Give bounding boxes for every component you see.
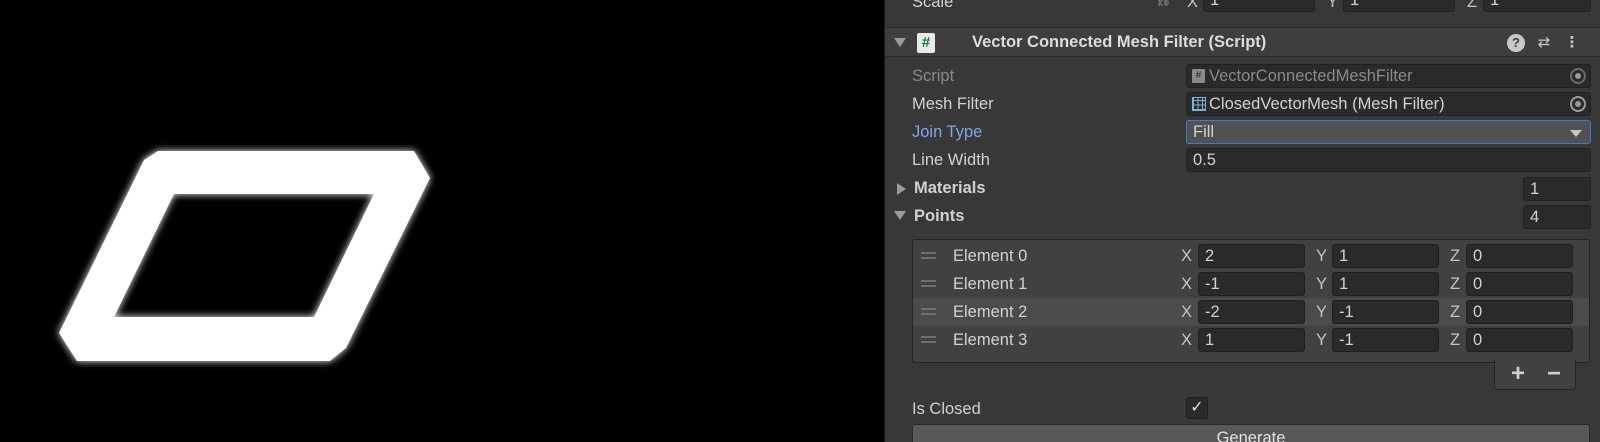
x-axis-label: X (1181, 247, 1193, 265)
constrain-proportions-icon[interactable]: ⛓ (1155, 0, 1173, 8)
element-label: Element 2 (953, 303, 1028, 321)
scene-viewport[interactable] (0, 0, 884, 442)
closed-vector-shape (59, 151, 430, 361)
point-y-field[interactable]: -1 (1332, 300, 1439, 324)
element-label: Element 0 (953, 247, 1028, 265)
scale-x-field[interactable]: 1 (1203, 0, 1315, 12)
list-item[interactable]: Element 3 X 1 Y -1 Z 0 (913, 326, 1589, 354)
point-x-field[interactable]: -1 (1198, 272, 1305, 296)
join-type-label: Join Type (912, 123, 983, 141)
scale-x-axis: X (1187, 0, 1199, 11)
z-axis-label: Z (1450, 247, 1461, 265)
component-header[interactable]: # Vector Connected Mesh Filter (Script) … (885, 27, 1600, 57)
point-x-field[interactable]: 2 (1198, 244, 1305, 268)
drag-handle-icon[interactable] (921, 308, 936, 315)
add-element-button[interactable]: + (1511, 361, 1525, 387)
points-foldout-icon[interactable] (894, 211, 906, 220)
points-list: Element 0 X 2 Y 1 Z 0 Element 1 X -1 Y 1… (912, 239, 1590, 363)
list-item[interactable]: Element 2 X -2 Y -1 Z 0 (913, 298, 1589, 326)
drag-handle-icon[interactable] (921, 252, 936, 259)
materials-foldout-icon[interactable] (897, 183, 906, 195)
point-z-field[interactable]: 0 (1466, 272, 1573, 296)
mesh-filter-icon (1192, 97, 1206, 111)
scale-label: Scale (912, 0, 954, 11)
join-type-value: Fill (1193, 123, 1215, 141)
foldout-arrow-icon[interactable] (894, 38, 906, 47)
join-type-dropdown[interactable]: Fill (1186, 120, 1591, 144)
points-count-field[interactable]: 4 (1523, 205, 1591, 229)
element-label: Element 1 (953, 275, 1028, 293)
x-axis-label: X (1181, 275, 1193, 293)
scale-y-axis: Y (1327, 0, 1339, 11)
materials-count-field[interactable]: 1 (1523, 177, 1591, 201)
is-closed-label: Is Closed (912, 400, 981, 418)
script-file-icon: # (1192, 69, 1205, 83)
vector-mesh-render (59, 151, 430, 361)
line-width-field[interactable]: 0.5 (1186, 148, 1591, 172)
more-options-icon[interactable]: ⋮ (1563, 34, 1581, 52)
drag-handle-icon[interactable] (921, 280, 936, 287)
point-z-field[interactable]: 0 (1466, 328, 1573, 352)
script-field: # VectorConnectedMeshFilter (1186, 64, 1591, 88)
generate-button[interactable]: Generate (912, 424, 1590, 442)
mesh-filter-value: ClosedVectorMesh (Mesh Filter) (1209, 95, 1445, 113)
line-width-label: Line Width (912, 151, 990, 169)
y-axis-label: Y (1316, 275, 1328, 293)
list-item[interactable]: Element 0 X 2 Y 1 Z 0 (913, 242, 1589, 270)
mesh-filter-label: Mesh Filter (912, 95, 994, 113)
chevron-down-icon (1570, 130, 1582, 137)
element-label: Element 3 (953, 331, 1028, 349)
is-closed-checkbox[interactable]: ✓ (1186, 397, 1208, 419)
component-title: Vector Connected Mesh Filter (Script) (972, 33, 1267, 51)
list-add-remove-controls: + − (1494, 360, 1576, 390)
drag-handle-icon[interactable] (921, 336, 936, 343)
z-axis-label: Z (1450, 275, 1461, 293)
z-axis-label: Z (1450, 303, 1461, 321)
point-z-field[interactable]: 0 (1466, 244, 1573, 268)
z-axis-label: Z (1450, 331, 1461, 349)
point-y-field[interactable]: 1 (1332, 244, 1439, 268)
script-label: Script (912, 67, 955, 85)
y-axis-label: Y (1316, 331, 1328, 349)
y-axis-label: Y (1316, 303, 1328, 321)
list-item[interactable]: Element 1 X -1 Y 1 Z 0 (913, 270, 1589, 298)
scale-y-field[interactable]: 1 (1343, 0, 1455, 12)
script-value: VectorConnectedMeshFilter (1209, 67, 1413, 85)
object-picker-icon (1570, 68, 1586, 84)
scale-z-axis: Z (1467, 0, 1478, 11)
point-z-field[interactable]: 0 (1466, 300, 1573, 324)
points-label[interactable]: Points (914, 206, 964, 226)
help-icon[interactable]: ? (1507, 34, 1525, 52)
inspector-panel: Scale ⛓ X 1 Y 1 Z 1 # Vector Connected M… (884, 0, 1600, 442)
scale-z-field[interactable]: 1 (1483, 0, 1591, 12)
x-axis-label: X (1181, 331, 1193, 349)
point-x-field[interactable]: -2 (1198, 300, 1305, 324)
script-icon: # (917, 33, 935, 53)
mesh-filter-field[interactable]: ClosedVectorMesh (Mesh Filter) (1186, 92, 1591, 116)
presets-icon[interactable]: ⇄ (1535, 34, 1553, 52)
object-picker-icon[interactable] (1570, 96, 1586, 112)
point-y-field[interactable]: 1 (1332, 272, 1439, 296)
remove-element-button[interactable]: − (1547, 361, 1561, 387)
point-x-field[interactable]: 1 (1198, 328, 1305, 352)
x-axis-label: X (1181, 303, 1193, 321)
point-y-field[interactable]: -1 (1332, 328, 1439, 352)
materials-label[interactable]: Materials (914, 178, 986, 198)
y-axis-label: Y (1316, 247, 1328, 265)
